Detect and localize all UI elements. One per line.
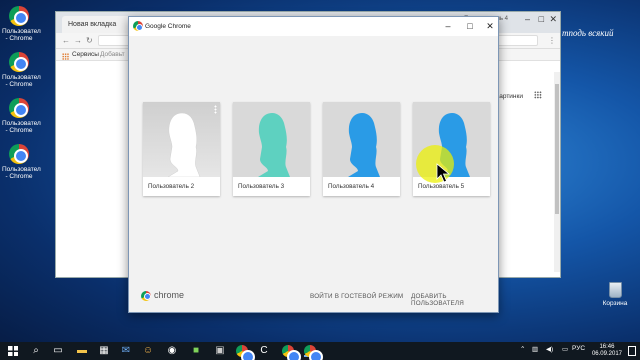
minimize-button[interactable]: – (442, 21, 454, 31)
profile-avatar (143, 102, 220, 177)
start-button[interactable] (8, 346, 18, 356)
desktop-icon-label: Пользовател - Chrome (2, 74, 41, 88)
dialog-title: Google Chrome (145, 23, 191, 30)
chrome-icon (9, 52, 29, 72)
chrome-taskbar-icon[interactable] (282, 345, 301, 360)
more-vert-icon[interactable] (214, 105, 217, 114)
maximize-button[interactable]: □ (464, 21, 476, 31)
app-icon[interactable]: C (258, 345, 270, 357)
chrome-icon (141, 290, 151, 301)
profile-card-user-4[interactable]: Пользователь 4 (323, 102, 400, 196)
forward-icon[interactable]: → (74, 36, 82, 45)
desktop-icon-chrome-user[interactable]: Пользовател - Chrome (2, 6, 41, 42)
google-apps-icon[interactable] (534, 91, 542, 99)
back-icon[interactable]: ← (62, 36, 70, 45)
mouse-pointer-icon (436, 163, 450, 183)
desktop-icon-chrome-user[interactable]: Пользовател - Chrome (2, 144, 41, 180)
search-icon[interactable]: ⌕ (30, 345, 42, 357)
chrome-icon (9, 98, 29, 118)
images-link[interactable]: артинки (499, 93, 523, 100)
chrome-icon (133, 21, 143, 31)
person-silhouette-icon (348, 113, 380, 177)
profile-name: Пользователь 4 (328, 183, 375, 190)
minimize-button[interactable]: – (525, 14, 530, 24)
volume-icon[interactable]: ◀) (546, 345, 553, 353)
taskbar: ⌕ ▭ ▬ ▦ ✉ ☺ ◉ ■ ▣ C ⌃ ▥ ◀) ▭ РУС 16:46 0… (0, 342, 640, 360)
desktop-icon-label: Пользовател - Chrome (2, 28, 41, 42)
battery-icon[interactable]: ▭ (562, 345, 568, 353)
recycle-bin-icon (608, 282, 622, 298)
chrome-taskbar-icon-active[interactable] (304, 345, 323, 360)
file-explorer-icon[interactable]: ▬ (76, 345, 88, 357)
desktop-icon-label: Пользовател - Chrome (2, 166, 41, 180)
clock-date: 06.09.2017 (591, 351, 622, 357)
app-icon[interactable]: ☺ (142, 345, 154, 357)
chrome-icon (9, 6, 29, 26)
close-button[interactable]: ✕ (549, 14, 557, 25)
maximize-button[interactable]: □ (539, 14, 544, 24)
profile-avatar (233, 102, 310, 177)
desktop-icon-label: Корзина (602, 300, 628, 307)
profile-card-user-3[interactable]: Пользователь 3 (233, 102, 310, 196)
profile-name: Пользователь 3 (238, 183, 285, 190)
guest-mode-button[interactable]: ВОЙТИ В ГОСТЕВОЙ РЕЖИМ (310, 293, 403, 300)
language-indicator[interactable]: РУС (572, 345, 585, 352)
chrome-icon (9, 144, 29, 164)
profile-avatar (323, 102, 400, 177)
desktop-icon-label: Пользовател - Chrome (2, 120, 41, 134)
bookmark-add[interactable]: Добавьт (100, 51, 125, 58)
desktop-icon-chrome-user[interactable]: Пользовател - Chrome (2, 52, 41, 88)
desktop-icon-recycle-bin[interactable]: Корзина (600, 282, 630, 307)
reload-icon[interactable]: ↻ (86, 36, 93, 45)
menu-icon[interactable]: ⋮ (548, 36, 556, 45)
app-icon[interactable]: ■ (190, 345, 202, 357)
bookmark-apps[interactable]: Сервисы (72, 51, 99, 58)
people-icon[interactable]: ⌃ (520, 345, 525, 353)
wallpaper-text: тподь всякий (562, 28, 614, 38)
dialog-footer: chrome ВОЙТИ В ГОСТЕВОЙ РЕЖИМ ДОБАВИТЬ П… (129, 282, 498, 312)
person-silhouette-icon (258, 113, 290, 177)
media-player-icon[interactable]: ◉ (166, 345, 178, 357)
store-icon[interactable]: ▦ (98, 345, 110, 357)
dialog-titlebar: Google Chrome – □ ✕ (129, 17, 498, 36)
chrome-taskbar-icon[interactable] (236, 345, 255, 360)
chrome-wordmark: chrome (141, 290, 184, 301)
person-silhouette-icon (167, 112, 201, 177)
network-icon[interactable]: ▥ (532, 345, 538, 353)
clock-time: 16:46 (599, 344, 615, 350)
task-view-icon[interactable]: ▭ (52, 345, 64, 357)
scrollbar-thumb[interactable] (555, 84, 559, 214)
system-clock[interactable]: 16:46 06.09.2017 (592, 344, 622, 358)
mail-icon[interactable]: ✉ (120, 345, 132, 357)
add-user-button[interactable]: ДОБАВИТЬ ПОЛЬЗОВАТЕЛЯ (411, 293, 498, 307)
profile-card-user-2[interactable]: Пользователь 2 (143, 102, 220, 196)
desktop-icon-chrome-user[interactable]: Пользовател - Chrome (2, 98, 41, 134)
profile-name: Пользователь 2 (148, 183, 195, 190)
app-icon[interactable]: ▣ (214, 345, 226, 357)
notifications-icon[interactable] (628, 346, 636, 356)
close-button[interactable]: ✕ (484, 21, 496, 32)
